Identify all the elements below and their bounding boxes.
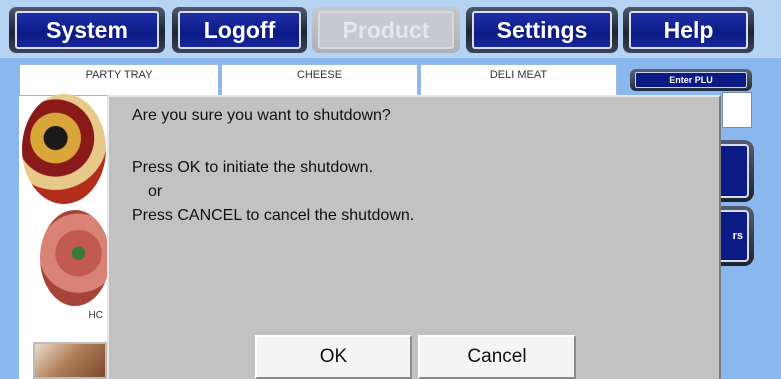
nav-settings-label: Settings xyxy=(472,11,612,49)
category-label: CHEESE xyxy=(296,69,343,81)
nav-system-label: System xyxy=(15,11,159,49)
dialog-or-text: or xyxy=(148,183,163,200)
dialog-ok-instruction: Press OK to initiate the shutdown. xyxy=(132,159,374,176)
nav-logoff-label: Logoff xyxy=(178,11,301,49)
nav-product-label: Product xyxy=(318,11,454,49)
food-image[interactable] xyxy=(33,342,107,379)
category-cheese[interactable]: CHEESE xyxy=(221,64,418,96)
dialog-cancel-instruction: Press CANCEL to cancel the shutdown. xyxy=(132,207,415,224)
category-party-tray[interactable]: PARTY TRAY xyxy=(19,64,219,96)
nav-system-button[interactable]: System xyxy=(9,7,165,53)
product-tile-label: HC xyxy=(88,310,103,321)
ok-button[interactable]: OK xyxy=(255,335,412,379)
party-tray-image[interactable] xyxy=(22,94,106,204)
nav-logoff-button[interactable]: Logoff xyxy=(172,7,307,53)
enter-plu-label: Enter PLU xyxy=(635,72,747,88)
side-button-lower-label: rs xyxy=(718,210,749,262)
top-navigation: System Logoff Product Settings Help xyxy=(0,0,781,58)
nav-help-label: Help xyxy=(629,11,748,49)
dialog-question: Are you sure you want to shutdown? xyxy=(132,107,391,124)
nav-help-button[interactable]: Help xyxy=(623,7,754,53)
side-button-upper[interactable] xyxy=(718,140,754,202)
side-button-lower[interactable]: rs xyxy=(718,206,754,266)
meat-tray-image[interactable] xyxy=(40,210,110,306)
nav-product-button: Product xyxy=(312,7,460,53)
category-deli-meat[interactable]: DELI MEAT xyxy=(420,64,617,96)
shutdown-dialog: Are you sure you want to shutdown? Press… xyxy=(107,95,721,379)
category-label: DELI MEAT xyxy=(489,69,548,81)
cancel-button[interactable]: Cancel xyxy=(418,335,576,379)
category-label: PARTY TRAY xyxy=(85,69,153,81)
enter-plu-button[interactable]: Enter PLU xyxy=(630,69,752,91)
nav-settings-button[interactable]: Settings xyxy=(466,7,618,53)
plu-input[interactable] xyxy=(722,92,752,128)
side-button-upper-face xyxy=(718,144,749,198)
